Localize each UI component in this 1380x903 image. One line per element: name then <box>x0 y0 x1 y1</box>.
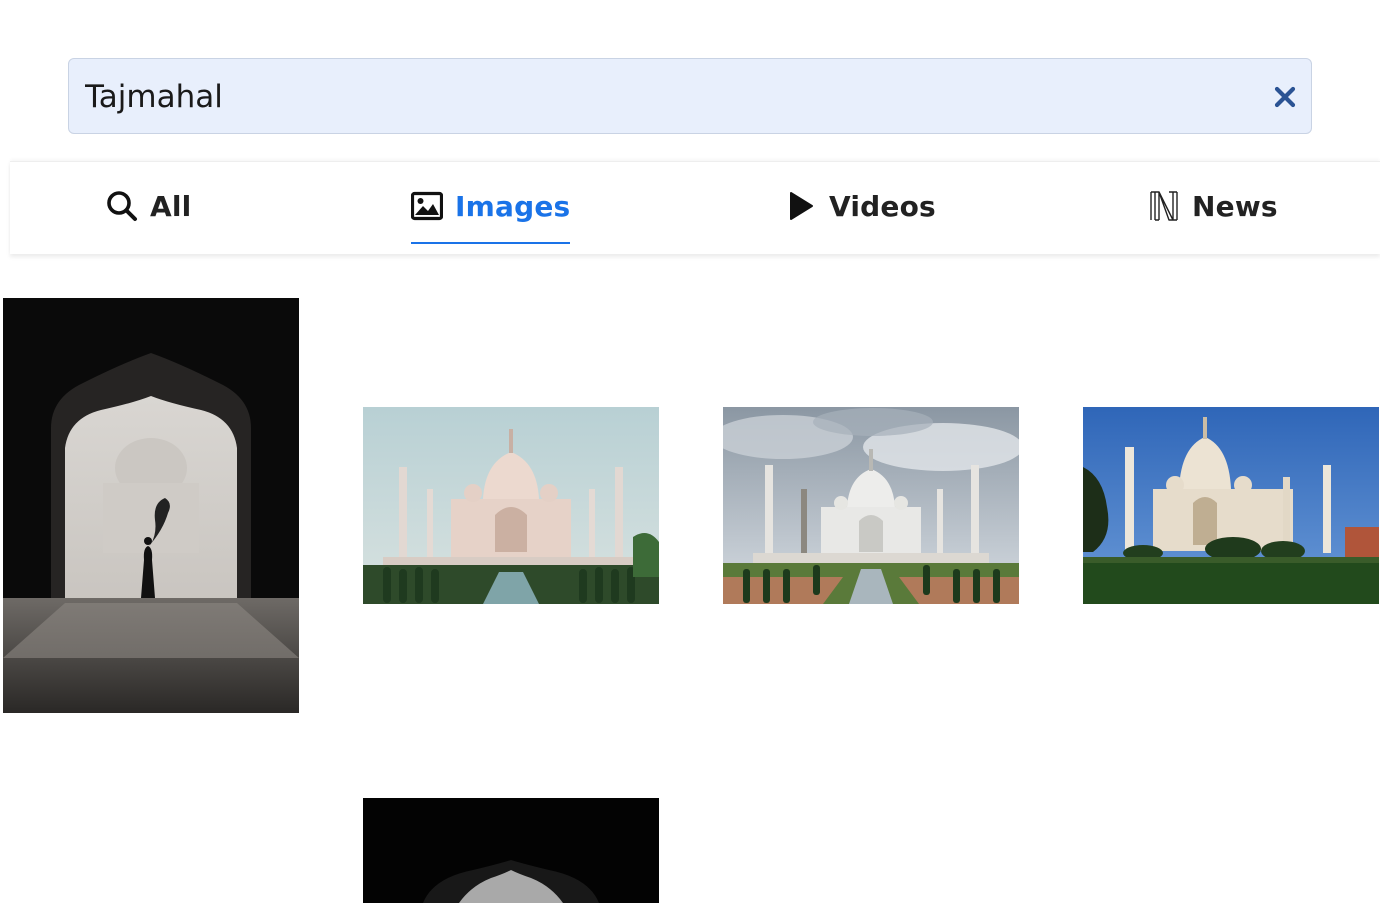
tab-videos-label: Videos <box>829 190 936 223</box>
close-icon <box>1274 86 1296 108</box>
image-result[interactable] <box>1083 407 1379 604</box>
result-image-taj-dawn <box>363 407 659 604</box>
clear-search-button[interactable] <box>1267 79 1303 115</box>
tab-all-label: All <box>150 190 192 223</box>
image-search-page: All Images Videos News <box>0 0 1380 903</box>
search-input[interactable] <box>85 77 1225 117</box>
tab-news-label: News <box>1192 190 1278 223</box>
tab-all[interactable]: All <box>106 190 191 242</box>
image-result[interactable] <box>363 407 659 604</box>
image-icon <box>411 191 443 221</box>
play-icon <box>790 192 813 220</box>
result-image-archway-silhouette <box>3 298 299 713</box>
tab-news[interactable]: News <box>1148 190 1278 242</box>
image-result[interactable] <box>363 798 659 903</box>
search-type-tabs: All Images Videos News <box>10 161 1380 254</box>
tab-videos[interactable]: Videos <box>785 190 936 242</box>
search-bar <box>68 58 1312 134</box>
search-icon <box>107 191 137 221</box>
result-image-taj-cloudy <box>723 407 1019 604</box>
result-image-taj-blue-sky <box>1083 407 1379 604</box>
result-image-archway-dark <box>363 798 659 903</box>
image-result[interactable] <box>3 298 299 713</box>
news-icon <box>1150 191 1178 221</box>
tab-images[interactable]: Images <box>411 190 571 244</box>
tab-images-label: Images <box>455 190 571 223</box>
image-result[interactable] <box>723 407 1019 604</box>
